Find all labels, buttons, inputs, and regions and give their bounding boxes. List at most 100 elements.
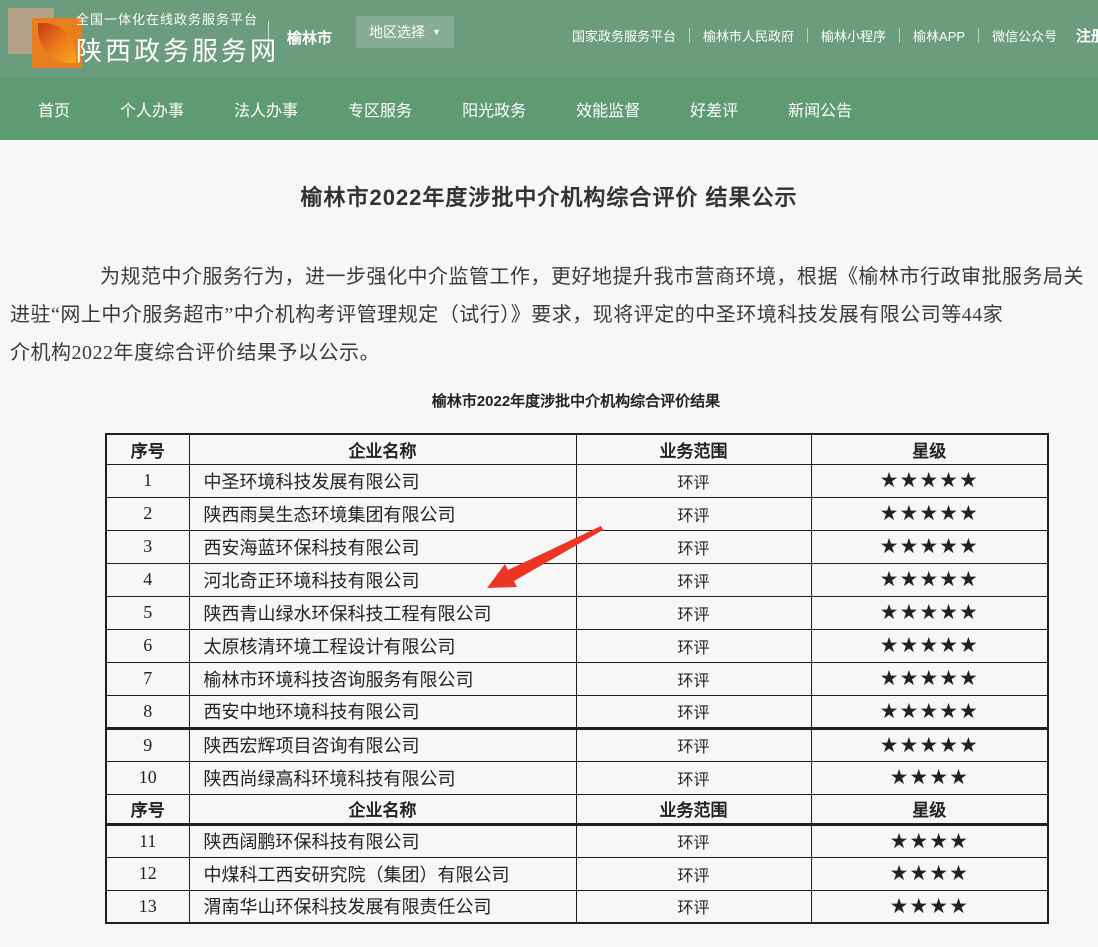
star-rating: ★★★★ bbox=[811, 857, 1048, 890]
region-selector-label: 地区选择 bbox=[369, 22, 425, 42]
table-row: 3西安海蓝环保科技有限公司环评★★★★★ bbox=[106, 530, 1048, 563]
logo-front-square bbox=[32, 18, 82, 68]
company-name: 榆林市环境科技咨询服务有限公司 bbox=[189, 662, 576, 695]
company-name: 西安海蓝环保科技有限公司 bbox=[189, 530, 576, 563]
business-scope: 环评 bbox=[576, 728, 811, 761]
nav-item-3[interactable]: 专区服务 bbox=[348, 97, 412, 121]
paragraph-line: 为规范中介服务行为，进一步强化中介监管工作，更好地提升我市营商环境，根据《榆林市… bbox=[10, 258, 1098, 296]
row-number: 4 bbox=[106, 563, 189, 596]
row-number: 5 bbox=[106, 596, 189, 629]
link-separator bbox=[978, 28, 979, 43]
nav-item-0[interactable]: 首页 bbox=[38, 97, 70, 121]
main-nav: 首页 个人办事 法人办事 专区服务 阳光政务 效能监督 好差评 新闻公告 bbox=[0, 78, 1098, 140]
header-link-3[interactable]: 榆林APP bbox=[913, 24, 965, 47]
company-name: 陕西宏辉项目咨询有限公司 bbox=[189, 728, 576, 761]
column-header: 业务范围 bbox=[576, 794, 811, 824]
results-table: 序号企业名称业务范围星级1中圣环境科技发展有限公司环评★★★★★2陕西雨昊生态环… bbox=[105, 433, 1049, 924]
company-name: 渭南华山环保科技发展有限责任公司 bbox=[189, 890, 576, 923]
row-number: 10 bbox=[106, 761, 189, 794]
business-scope: 环评 bbox=[576, 662, 811, 695]
header-quick-links: 国家政务服务平台 榆林市人民政府 榆林小程序 榆林APP 微信公众号 bbox=[572, 24, 1057, 47]
table-row: 7榆林市环境科技咨询服务有限公司环评★★★★★ bbox=[106, 662, 1048, 695]
table-row: 13渭南华山环保科技发展有限责任公司环评★★★★ bbox=[106, 890, 1048, 923]
column-header: 星级 bbox=[811, 794, 1048, 824]
company-name: 陕西青山绿水环保科技工程有限公司 bbox=[189, 596, 576, 629]
header-link-1[interactable]: 榆林市人民政府 bbox=[703, 24, 794, 47]
site-logo[interactable] bbox=[8, 6, 80, 72]
column-header: 序号 bbox=[106, 794, 189, 824]
row-number: 13 bbox=[106, 890, 189, 923]
paragraph-line: 介机构2022年度综合评价结果予以公示。 bbox=[10, 334, 1098, 372]
star-rating: ★★★★★ bbox=[811, 629, 1048, 662]
nav-item-2[interactable]: 法人办事 bbox=[234, 97, 298, 121]
star-rating: ★★★★ bbox=[811, 761, 1048, 794]
table-row: 10陕西尚绿高科环境科技有限公司环评★★★★ bbox=[106, 761, 1048, 794]
table-header-row: 序号企业名称业务范围星级 bbox=[106, 434, 1048, 464]
business-scope: 环评 bbox=[576, 857, 811, 890]
company-name: 中圣环境科技发展有限公司 bbox=[189, 464, 576, 497]
business-scope: 环评 bbox=[576, 464, 811, 497]
company-name: 陕西雨昊生态环境集团有限公司 bbox=[189, 497, 576, 530]
business-scope: 环评 bbox=[576, 761, 811, 794]
row-number: 1 bbox=[106, 464, 189, 497]
column-header: 星级 bbox=[811, 434, 1048, 464]
announcement-paragraph: 为规范中介服务行为，进一步强化中介监管工作，更好地提升我市营商环境，根据《榆林市… bbox=[10, 258, 1098, 372]
company-name: 陕西尚绿高科环境科技有限公司 bbox=[189, 761, 576, 794]
business-scope: 环评 bbox=[576, 563, 811, 596]
row-number: 11 bbox=[106, 824, 189, 857]
table-header-row: 序号企业名称业务范围星级 bbox=[106, 794, 1048, 824]
star-rating: ★★★★★ bbox=[811, 530, 1048, 563]
nav-item-1[interactable]: 个人办事 bbox=[120, 97, 184, 121]
site-header: 全国一体化在线政务服务平台 陕西政务服务网 榆林市 地区选择 ▼ 国家政务服务平… bbox=[0, 0, 1098, 78]
star-rating: ★★★★ bbox=[811, 824, 1048, 857]
star-rating: ★★★★★ bbox=[811, 596, 1048, 629]
header-link-2[interactable]: 榆林小程序 bbox=[821, 24, 886, 47]
business-scope: 环评 bbox=[576, 824, 811, 857]
row-number: 3 bbox=[106, 530, 189, 563]
table-row: 5陕西青山绿水环保科技工程有限公司环评★★★★★ bbox=[106, 596, 1048, 629]
star-rating: ★★★★★ bbox=[811, 662, 1048, 695]
star-rating: ★★★★★ bbox=[811, 464, 1048, 497]
business-scope: 环评 bbox=[576, 890, 811, 923]
company-name: 河北奇正环境科技有限公司 bbox=[189, 563, 576, 596]
link-separator bbox=[899, 28, 900, 43]
business-scope: 环评 bbox=[576, 497, 811, 530]
results-table-wrap: 序号企业名称业务范围星级1中圣环境科技发展有限公司环评★★★★★2陕西雨昊生态环… bbox=[105, 433, 1047, 924]
business-scope: 环评 bbox=[576, 629, 811, 662]
table-row: 11陕西阔鹏环保科技有限公司环评★★★★ bbox=[106, 824, 1048, 857]
table-row: 2陕西雨昊生态环境集团有限公司环评★★★★★ bbox=[106, 497, 1048, 530]
column-header: 业务范围 bbox=[576, 434, 811, 464]
nav-item-7[interactable]: 新闻公告 bbox=[788, 97, 852, 121]
header-link-4[interactable]: 微信公众号 bbox=[992, 24, 1057, 47]
nav-item-6[interactable]: 好差评 bbox=[690, 97, 738, 121]
table-row: 6太原核清环境工程设计有限公司环评★★★★★ bbox=[106, 629, 1048, 662]
leaf-icon bbox=[38, 23, 76, 63]
region-selector-button[interactable]: 地区选择 ▼ bbox=[356, 16, 454, 48]
table-caption: 榆林市2022年度涉批中介机构综合评价结果 bbox=[105, 390, 1047, 411]
register-link[interactable]: 注册 bbox=[1076, 25, 1098, 46]
column-header: 企业名称 bbox=[189, 434, 576, 464]
nav-item-5[interactable]: 效能监督 bbox=[576, 97, 640, 121]
link-separator bbox=[689, 28, 690, 43]
nav-item-4[interactable]: 阳光政务 bbox=[462, 97, 526, 121]
header-link-0[interactable]: 国家政务服务平台 bbox=[572, 24, 676, 47]
business-scope: 环评 bbox=[576, 695, 811, 728]
company-name: 西安中地环境科技有限公司 bbox=[189, 695, 576, 728]
platform-label: 全国一体化在线政务服务平台 bbox=[76, 9, 279, 28]
star-rating: ★★★★★ bbox=[811, 497, 1048, 530]
business-scope: 环评 bbox=[576, 596, 811, 629]
company-name: 中煤科工西安研究院（集团）有限公司 bbox=[189, 857, 576, 890]
company-name: 陕西阔鹏环保科技有限公司 bbox=[189, 824, 576, 857]
star-rating: ★★★★★ bbox=[811, 695, 1048, 728]
page-title: 榆林市2022年度涉批中介机构综合评价 结果公示 bbox=[0, 180, 1098, 212]
announcement-page: 榆林市2022年度涉批中介机构综合评价 结果公示 为规范中介服务行为，进一步强化… bbox=[0, 140, 1098, 947]
row-number: 7 bbox=[106, 662, 189, 695]
row-number: 8 bbox=[106, 695, 189, 728]
row-number: 6 bbox=[106, 629, 189, 662]
header-divider bbox=[268, 21, 269, 57]
company-name: 太原核清环境工程设计有限公司 bbox=[189, 629, 576, 662]
results-table-body: 序号企业名称业务范围星级1中圣环境科技发展有限公司环评★★★★★2陕西雨昊生态环… bbox=[106, 434, 1048, 923]
site-titles: 全国一体化在线政务服务平台 陕西政务服务网 bbox=[76, 9, 279, 68]
current-city-label: 榆林市 bbox=[287, 27, 332, 48]
paragraph-line: 进驻“网上中介服务超市”中介机构考评管理规定（试行）》要求，现将评定的中圣环境科… bbox=[10, 296, 1098, 334]
